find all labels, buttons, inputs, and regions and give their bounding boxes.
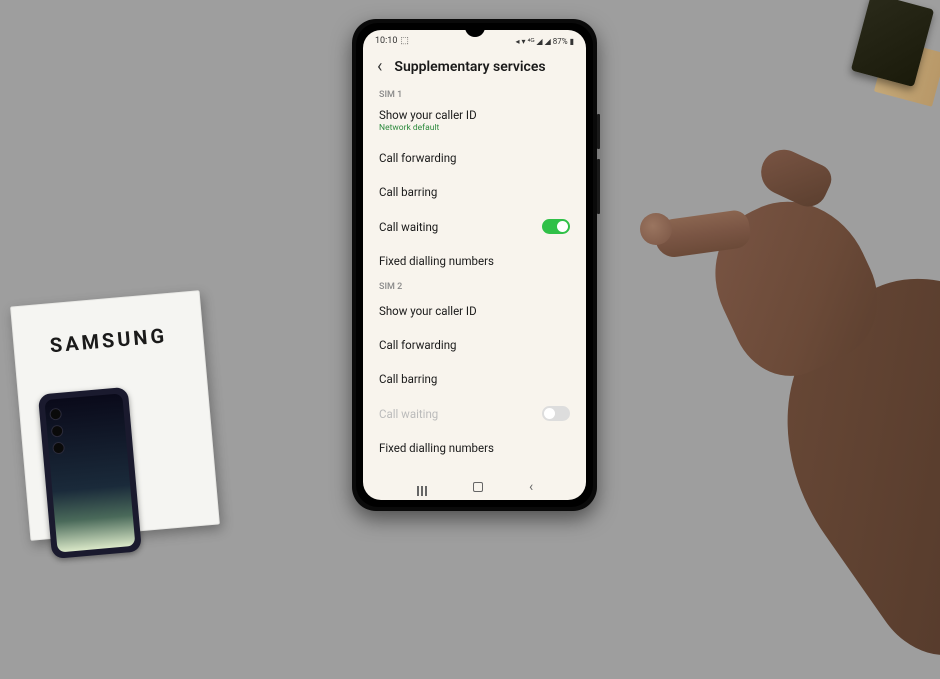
toggle-waiting-sim2 [542, 406, 570, 421]
row-fdn-sim2[interactable]: Fixed dialling numbers [363, 431, 586, 465]
back-icon[interactable]: ‹ [377, 58, 382, 76]
caller-id-label: Show your caller ID [379, 108, 570, 122]
battery-icon: ▮ [570, 37, 574, 46]
hand [570, 100, 940, 530]
samsung-box: SAMSUNG [10, 290, 220, 541]
row-forwarding-sim2[interactable]: Call forwarding [363, 328, 586, 362]
page-header: ‹ Supplementary services [363, 52, 586, 86]
row-forwarding-sim1[interactable]: Call forwarding [363, 141, 586, 175]
row-barring-sim1[interactable]: Call barring [363, 175, 586, 209]
status-icon: ⬚ [400, 36, 409, 46]
row-caller-id-sim1[interactable]: Show your caller ID Network default [363, 102, 586, 141]
toggle-waiting-sim1[interactable] [542, 219, 570, 234]
battery-percent: 87% [553, 37, 568, 46]
section-sim2: SIM 2 [363, 278, 586, 294]
status-time: 10:10 [375, 36, 397, 46]
row-barring-sim2[interactable]: Call barring [363, 362, 586, 396]
row-waiting-sim2: Call waiting [363, 396, 586, 431]
nav-recent-icon[interactable] [416, 486, 428, 488]
signal-icon: ◂ ▾ ⁴ᴳ ◢ ◢ [516, 37, 551, 46]
section-sim1: SIM 1 [363, 86, 586, 102]
page-title: Supplementary services [394, 59, 545, 75]
row-caller-id-sim2[interactable]: Show your caller ID [363, 294, 586, 328]
caller-id-sub: Network default [379, 123, 570, 133]
nav-bar: ‹ [363, 474, 586, 500]
samsung-logo: SAMSUNG [49, 323, 168, 357]
phone-screen: 10:10 ⬚ ◂ ▾ ⁴ᴳ ◢ ◢ 87% ▮ ‹ Supplementary… [363, 30, 586, 500]
nav-home-icon[interactable] [473, 482, 483, 492]
phone-device: 10:10 ⬚ ◂ ▾ ⁴ᴳ ◢ ◢ 87% ▮ ‹ Supplementary… [352, 19, 597, 511]
settings-list: SIM 1 Show your caller ID Network defaul… [363, 86, 586, 474]
row-fdn-sim1[interactable]: Fixed dialling numbers [363, 244, 586, 278]
nav-back-icon[interactable]: ‹ [529, 479, 533, 495]
row-waiting-sim1[interactable]: Call waiting [363, 209, 586, 244]
